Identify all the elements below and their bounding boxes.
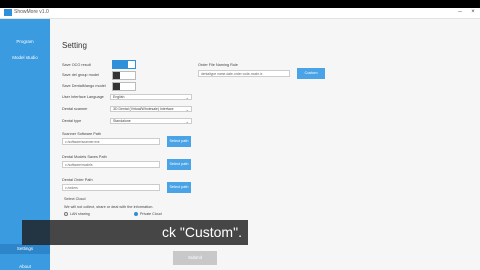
radio-dot — [134, 212, 138, 217]
naming-rule-input[interactable]: dentaltype name-date-order code-mode.ix — [198, 70, 290, 77]
radio-dot — [64, 212, 68, 217]
app-logo-icon — [4, 9, 12, 16]
chevron-down-icon: ⌄ — [185, 95, 189, 100]
save-group-model-toggle[interactable] — [112, 71, 136, 80]
app-window: ShowMore v1.0 – × Program Model studio S… — [0, 8, 480, 270]
caption-text: ck "Custom". — [162, 224, 242, 240]
save-oco-toggle[interactable] — [112, 60, 136, 69]
radio-private-cloud[interactable]: Private Cloud — [134, 212, 162, 217]
language-label: User Interface Language — [62, 95, 104, 99]
order-path-input[interactable]: c:/orders — [62, 184, 160, 191]
sidebar-item-settings[interactable]: Settings — [0, 244, 50, 254]
sidebar-item-program[interactable]: Program — [0, 39, 50, 44]
toggle-knob — [113, 83, 120, 90]
models-path-input[interactable]: c:/software/models — [62, 161, 160, 168]
dental-scanner-label: Dental scanner — [62, 107, 88, 111]
dental-type-value: Standalone — [113, 119, 131, 123]
dental-type-select[interactable]: Standalone ⌄ — [110, 118, 192, 124]
radio-lan-sharing[interactable]: LAN sharing — [64, 212, 90, 217]
option-label: Save OCO result — [62, 63, 91, 67]
sidebar-item-model-studio[interactable]: Model studio — [0, 55, 50, 60]
scanner-path-label: Scanner Software Path — [62, 132, 102, 136]
chevron-down-icon: ⌄ — [185, 119, 189, 124]
cloud-description: We will not collect, share or deal with … — [64, 205, 154, 209]
cloud-label: Select Cloud — [64, 197, 86, 201]
minimize-button[interactable]: – — [455, 9, 465, 15]
radio-label: Private Cloud — [140, 212, 162, 216]
order-path-label: Dental Order Path — [62, 178, 93, 182]
radio-label: LAN sharing — [70, 212, 90, 216]
sidebar-item-about[interactable]: About — [0, 264, 50, 269]
close-button[interactable]: × — [468, 9, 478, 15]
dental-scanner-select[interactable]: 3D Dental (Virtual/Wholesale) Interface … — [110, 106, 192, 112]
option-label: Save DentalMango model — [62, 84, 106, 88]
chevron-down-icon: ⌄ — [185, 107, 189, 112]
app-title: ShowMore v1.0 — [14, 9, 49, 15]
toggle-knob — [128, 61, 135, 68]
order-path-button[interactable]: Select path — [167, 182, 191, 193]
language-value: English — [113, 95, 125, 99]
dental-scanner-value: 3D Dental (Virtual/Wholesale) Interface — [113, 107, 174, 111]
caption-overlay: ck "Custom". — [22, 220, 248, 245]
models-path-label: Dental Models Saves Path — [62, 155, 107, 159]
save-dentalmango-toggle[interactable] — [112, 82, 136, 91]
scanner-path-button[interactable]: Select path — [167, 136, 191, 147]
title-bar: ShowMore v1.0 – × — [0, 8, 480, 19]
submit-button[interactable]: Submit — [173, 251, 217, 265]
custom-button[interactable]: Custom — [297, 68, 325, 79]
page-title: Setting — [62, 41, 87, 50]
naming-rule-label: Order File Naming Rule — [198, 63, 238, 67]
toggle-knob — [113, 72, 120, 79]
option-label: Save del group model — [62, 73, 99, 77]
dental-type-label: Dental type — [62, 119, 82, 123]
top-black-bar — [0, 0, 480, 8]
models-path-button[interactable]: Select path — [167, 159, 191, 170]
language-select[interactable]: English ⌄ — [110, 94, 192, 100]
scanner-path-input[interactable]: c:/software/scanner.exe — [62, 138, 160, 145]
